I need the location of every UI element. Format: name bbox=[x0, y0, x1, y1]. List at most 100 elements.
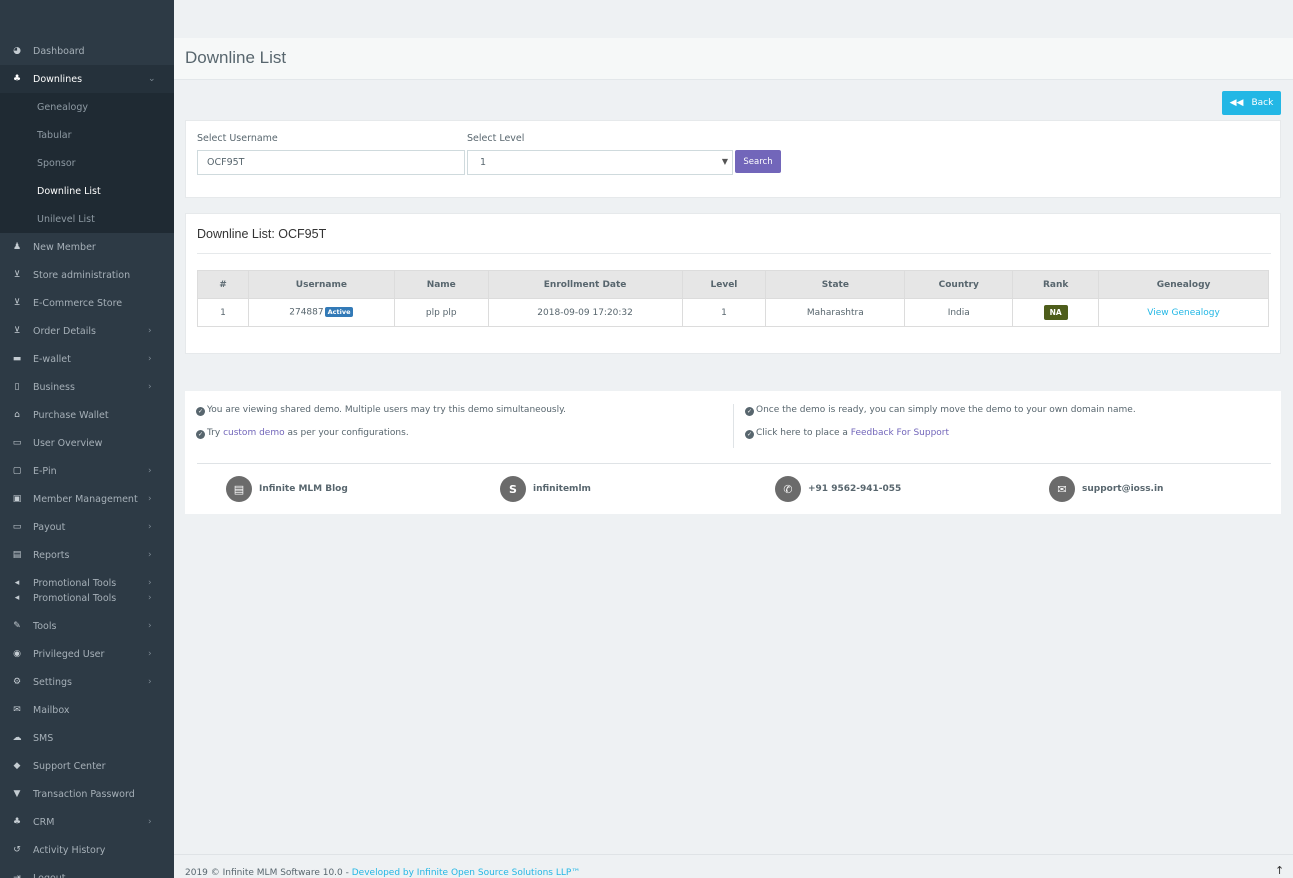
column-header: Name bbox=[393, 270, 489, 299]
users-icon: ♣ bbox=[12, 817, 22, 827]
submenu-item-sponsor[interactable]: Sponsor bbox=[37, 158, 76, 169]
contact-skype[interactable]: Sinfinitemlm bbox=[500, 476, 591, 502]
contact-label: Infinite MLM Blog bbox=[259, 484, 348, 494]
comments-icon: ☁ bbox=[12, 733, 22, 743]
sidebar-item-e-pin[interactable]: ▢ E-Pin › bbox=[0, 457, 174, 485]
sidebar-item-order-details[interactable]: ⊻ Order Details › bbox=[0, 317, 174, 345]
money-icon: ▭ bbox=[12, 522, 22, 532]
username-value: 274887 bbox=[289, 307, 324, 318]
rank-cell: NA bbox=[1012, 298, 1100, 327]
sidebar-item-promotional-tools[interactable]: ◂ Promotional Tools › bbox=[0, 584, 174, 612]
state-cell: Maharashtra bbox=[765, 298, 906, 327]
downlines-submenu: Genealogy Tabular Sponsor Downline List … bbox=[0, 93, 174, 233]
sidebar-item-label: E-wallet bbox=[33, 353, 71, 365]
search-button[interactable]: Search bbox=[735, 150, 781, 173]
sidebar-item-member-management[interactable]: ▣ Member Management › bbox=[0, 485, 174, 513]
downline-table: # Username Name Enrollment Date Level St… bbox=[197, 270, 1269, 327]
sidebar-item-new-member[interactable]: ♟ New Member bbox=[0, 233, 174, 261]
demo-note-text: Click here to place a bbox=[756, 428, 851, 438]
demo-note-custom: ✓ Try custom demo as per your configurati… bbox=[196, 428, 409, 439]
divider bbox=[733, 404, 734, 448]
sidebar-item-label: Reports bbox=[33, 549, 70, 561]
user-circle-icon: ◉ bbox=[13, 649, 21, 659]
sidebar-item-store-administration[interactable]: ⊻ Store administration bbox=[0, 261, 174, 289]
submenu-item-genealogy[interactable]: Genealogy bbox=[37, 102, 88, 113]
whatsapp-icon: ✆ bbox=[775, 476, 801, 502]
chevron-right-icon: › bbox=[148, 817, 152, 827]
username-input[interactable]: OCF95T bbox=[197, 150, 465, 175]
sidebar-item-e-commerce-store[interactable]: ⊻ E-Commerce Store bbox=[0, 289, 174, 317]
custom-demo-link[interactable]: custom demo bbox=[223, 428, 285, 438]
demo-note-text: as per your configurations. bbox=[284, 428, 409, 438]
submenu-item-tabular[interactable]: Tabular bbox=[37, 130, 71, 141]
demo-note-domain: ✓ Once the demo is ready, you can simply … bbox=[745, 405, 1136, 416]
demo-note-shared: ✓ You are viewing shared demo. Multiple u… bbox=[196, 405, 566, 416]
sidebar-item-label: Store administration bbox=[33, 269, 131, 281]
demo-note-text: Try bbox=[207, 428, 224, 438]
arrow-up-icon[interactable]: ↑ bbox=[1275, 864, 1284, 877]
cart-icon: ⊻ bbox=[13, 326, 21, 336]
contact-label: support@ioss.in bbox=[1082, 484, 1164, 494]
sidebar-item-label: Payout bbox=[33, 521, 66, 533]
sidebar-item-logout[interactable]: ⇥ Logout bbox=[0, 864, 174, 878]
list-title: Downline List: OCF95T bbox=[197, 227, 327, 241]
briefcase-icon: ▬ bbox=[12, 354, 22, 364]
sitemap-icon: ♣ bbox=[12, 74, 22, 84]
sidebar-item-settings[interactable]: ⚙ Settings › bbox=[0, 668, 174, 696]
contact-email[interactable]: ✉ support@ioss.in bbox=[1049, 476, 1163, 502]
sidebar-item-privileged-user[interactable]: ◉ Privileged User › bbox=[0, 640, 174, 668]
sidebar-item-label: Tools bbox=[33, 620, 57, 632]
sidebar-item-label: Privileged User bbox=[33, 648, 105, 660]
sidebar-item-reports[interactable]: ▤ Reports › bbox=[0, 541, 174, 569]
sidebar-item-tools[interactable]: ✎ Tools › bbox=[0, 612, 174, 640]
submenu-item-unilevel-list[interactable]: Unilevel List bbox=[37, 214, 95, 225]
sidebar-item-crm[interactable]: ♣ CRM › bbox=[0, 808, 174, 836]
gears-icon: ⚙ bbox=[12, 677, 22, 687]
sidebar-item-label: Mailbox bbox=[33, 704, 70, 716]
contact-whatsapp[interactable]: ✆ +91 9562-941-055 bbox=[775, 476, 901, 502]
level-label: Select Level bbox=[467, 133, 525, 144]
sidebar-item-downlines[interactable]: ♣ Downlines ⌄ bbox=[0, 65, 174, 93]
column-header: Enrollment Date bbox=[487, 270, 683, 299]
column-header: Country bbox=[904, 270, 1014, 299]
sidebar-item-business[interactable]: ▯ Business › bbox=[0, 373, 174, 401]
sidebar-item-mailbox[interactable]: ✉ Mailbox bbox=[0, 696, 174, 724]
sidebar-item-transaction-password[interactable]: ▼ Transaction Password bbox=[0, 780, 174, 808]
view-genealogy-link[interactable]: View Genealogy bbox=[1147, 308, 1220, 318]
sidebar-item-label: Support Center bbox=[33, 760, 106, 772]
footer-text: 2019 © Infinite MLM Software 10.0 - Deve… bbox=[185, 868, 580, 878]
sidebar: Genealogy Tabular Sponsor Downline List … bbox=[0, 0, 174, 878]
chevron-right-icon: › bbox=[148, 649, 152, 659]
page-header: Downline List bbox=[174, 38, 1293, 80]
address-book-icon: ▣ bbox=[12, 494, 22, 504]
developer-link[interactable]: Developed by Infinite Open Source Soluti… bbox=[352, 868, 581, 878]
sidebar-item-activity-history[interactable]: ↺ Activity History bbox=[0, 836, 174, 864]
chevron-right-icon: › bbox=[148, 466, 152, 476]
name-cell: plp plp bbox=[393, 298, 489, 327]
sidebar-item-purchase-wallet[interactable]: ⌂ Purchase Wallet bbox=[0, 401, 174, 429]
sidebar-item-dashboard[interactable]: ◕ Dashboard bbox=[0, 37, 174, 65]
row-number: 1 bbox=[197, 298, 249, 327]
page-title: Downline List bbox=[185, 48, 287, 67]
chevron-down-icon: ⌄ bbox=[148, 74, 156, 84]
sidebar-item-user-overview[interactable]: ▭ User Overview bbox=[0, 429, 174, 457]
back-button-label: Back bbox=[1251, 98, 1274, 108]
chevron-right-icon: › bbox=[148, 677, 152, 687]
status-badge: Active bbox=[324, 307, 354, 318]
bar-chart-icon: ▤ bbox=[12, 550, 22, 560]
sidebar-item-label: Order Details bbox=[33, 325, 96, 337]
username-cell: 274887 Active bbox=[247, 298, 395, 327]
level-select[interactable]: 1 ▼ bbox=[467, 150, 733, 175]
feedback-link[interactable]: Feedback For Support bbox=[851, 428, 949, 438]
contact-blog[interactable]: ▤ Infinite MLM Blog bbox=[226, 476, 348, 502]
submenu-item-downline-list[interactable]: Downline List bbox=[37, 186, 101, 197]
building-icon: ▯ bbox=[14, 382, 20, 392]
back-button[interactable]: ◀◀ Back bbox=[1222, 91, 1281, 115]
sidebar-item-label: Settings bbox=[33, 676, 72, 688]
sidebar-item-e-wallet[interactable]: ▬ E-wallet › bbox=[0, 345, 174, 373]
demo-note-text: Once the demo is ready, you can simply m… bbox=[756, 405, 1136, 415]
sidebar-item-sms[interactable]: ☁ SMS bbox=[0, 724, 174, 752]
sidebar-item-payout[interactable]: ▭ Payout › bbox=[0, 513, 174, 541]
bullhorn-icon: ◂ bbox=[14, 593, 20, 603]
sidebar-item-support-center[interactable]: ◆ Support Center bbox=[0, 752, 174, 780]
